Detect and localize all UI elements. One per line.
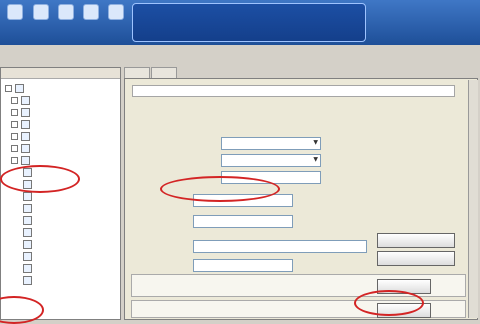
- upgrade-icon: [108, 4, 124, 20]
- tab-strip: [124, 67, 480, 78]
- tree-toggle-icon[interactable]: [5, 84, 12, 92]
- network-icon: [21, 119, 30, 129]
- vertical-scrollbar[interactable]: [468, 80, 478, 318]
- toolbar-upgrade-button[interactable]: [105, 4, 127, 40]
- tree-toggle-icon[interactable]: [11, 144, 18, 152]
- tree-toggle-icon[interactable]: [11, 156, 18, 164]
- change-password-section: [131, 274, 466, 297]
- tree-toggle-icon[interactable]: [11, 96, 18, 104]
- sidebar: [0, 67, 121, 320]
- user-password-input[interactable]: [193, 259, 293, 272]
- tree-item[interactable]: [5, 142, 116, 154]
- annotation-circle-email: [160, 176, 280, 202]
- about-icon: [23, 275, 32, 285]
- toolbar-settings-button[interactable]: [80, 4, 102, 40]
- country-row: [135, 137, 455, 151]
- status-panel: [132, 3, 366, 42]
- play-icon: [33, 4, 49, 20]
- toolbar-check-button[interactable]: [4, 4, 26, 40]
- annotation-circle-sidebar: [0, 165, 80, 193]
- password-icon: [23, 227, 32, 237]
- renew-icon: [23, 191, 32, 201]
- update-icon: [23, 203, 32, 213]
- check-icon: [7, 4, 23, 20]
- toolbar-scan-button[interactable]: [55, 4, 77, 40]
- status-row-1: [141, 18, 359, 29]
- tree-item[interactable]: [5, 262, 116, 274]
- email-hint: [309, 183, 454, 213]
- shield-icon: [21, 95, 30, 105]
- tab-first[interactable]: [124, 67, 150, 78]
- tree-item[interactable]: [5, 94, 116, 106]
- file-icon: [23, 251, 32, 261]
- toolbar-start-button[interactable]: [30, 4, 52, 40]
- system-icon: [21, 107, 30, 117]
- scan-icon: [58, 4, 74, 20]
- top-toolbar: [0, 0, 480, 45]
- tree-item[interactable]: [5, 190, 116, 202]
- phone-input[interactable]: [193, 215, 293, 228]
- import-icon: [23, 239, 32, 249]
- registration-panel: [124, 78, 478, 320]
- log-icon: [21, 131, 30, 141]
- tree-toggle-icon[interactable]: [11, 120, 18, 128]
- log-icon: [21, 143, 30, 153]
- province-select[interactable]: [221, 154, 321, 167]
- tools-icon: [21, 155, 30, 165]
- tree-item[interactable]: [5, 154, 116, 166]
- status-row-0: [141, 7, 359, 18]
- notice-bar: [132, 85, 455, 97]
- tree-item[interactable]: [5, 250, 116, 262]
- tree-item[interactable]: [5, 130, 116, 142]
- tree-item[interactable]: [5, 274, 116, 286]
- annotation-circle-reset: [354, 290, 424, 316]
- upgrade-icon: [23, 215, 32, 225]
- tree-item[interactable]: [5, 82, 116, 94]
- get-serial-button[interactable]: [377, 233, 455, 248]
- tree-item[interactable]: [5, 118, 116, 130]
- tree-item[interactable]: [5, 202, 116, 214]
- folder-icon: [15, 83, 24, 93]
- tree-item[interactable]: [5, 238, 116, 250]
- status-row-2: [141, 29, 359, 40]
- register-personal-button[interactable]: [377, 251, 455, 266]
- help-icon: [23, 263, 32, 273]
- tree-toggle-icon[interactable]: [11, 132, 18, 140]
- tree-item[interactable]: [5, 214, 116, 226]
- country-select[interactable]: [221, 137, 321, 150]
- tree-item[interactable]: [5, 106, 116, 118]
- tree-toggle-icon[interactable]: [11, 108, 18, 116]
- sidebar-title: [1, 68, 120, 79]
- phone-row: [135, 215, 455, 229]
- description-text: [135, 103, 453, 127]
- serial-input[interactable]: [193, 240, 367, 253]
- province-row: [135, 154, 455, 168]
- settings-icon: [83, 4, 99, 20]
- tab-active[interactable]: [151, 67, 177, 78]
- tree-item[interactable]: [5, 226, 116, 238]
